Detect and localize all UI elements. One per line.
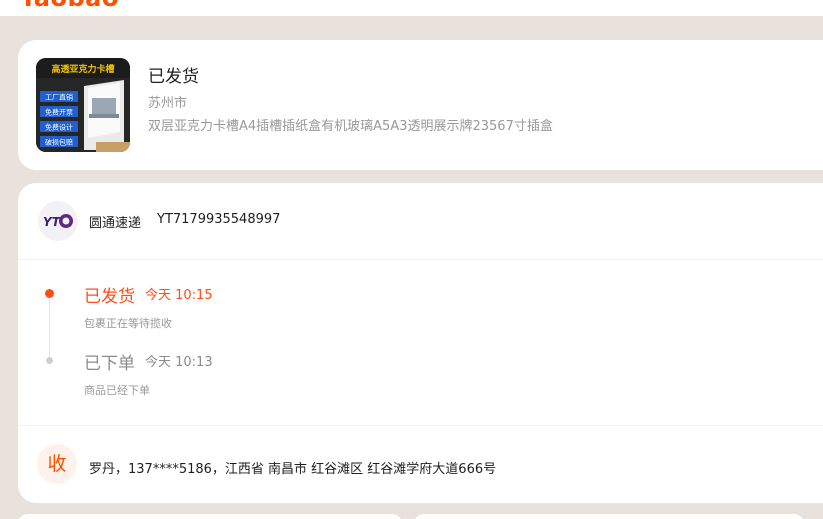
ship-from-city: 苏州市 (148, 96, 188, 111)
event-time: 今天 10:13 (145, 355, 213, 370)
timeline-line (49, 294, 50, 360)
thumb-tag-3: 免费设计 (45, 123, 73, 132)
yto-logo-icon: YT (38, 201, 78, 241)
top-bar: Taobao (0, 0, 823, 16)
courier-row[interactable]: YT 圆通速递 YT7179935548997 (18, 183, 823, 260)
event-description: 包裹正在等待揽收 (84, 317, 172, 330)
thumb-tag-2: 免费开票 (45, 108, 73, 117)
event-time: 今天 10:15 (145, 288, 213, 303)
courier-name: 圆通速递 (89, 216, 142, 231)
taobao-logo[interactable]: Taobao (20, 0, 119, 12)
product-card[interactable]: 高透亚克力卡槽 工厂直销 免费开票 免费设计 破损包赔 已发货 苏州市 双层亚克… (18, 40, 823, 170)
tracking-number[interactable]: YT7179935548997 (157, 212, 280, 227)
receive-icon: 收 (37, 444, 77, 484)
shipping-address: 罗丹，137****5186，江西省 南昌市 红谷滩区 红谷滩学府大道666号 (89, 462, 497, 477)
bottom-action-card[interactable] (18, 514, 402, 519)
dot-inactive-icon (46, 357, 53, 364)
svg-text:YT: YT (43, 215, 61, 229)
event-status: 已下单 (84, 354, 135, 374)
product-image: 高透亚克力卡槽 工厂直销 免费开票 免费设计 破损包赔 (36, 58, 130, 152)
bottom-action-card[interactable] (414, 514, 804, 519)
thumb-tag-1: 工厂直销 (45, 93, 73, 102)
event-description: 商品已经下单 (84, 384, 150, 397)
thumb-tag-4: 破损包赔 (45, 138, 73, 147)
dot-active-icon (45, 289, 54, 298)
order-status: 已发货 (148, 67, 199, 87)
product-thumbnail[interactable]: 高透亚克力卡槽 工厂直销 免费开票 免费设计 破损包赔 (36, 58, 130, 152)
logistics-card: YT 圆通速递 YT7179935548997 已发货 今天 10:15 包裹正… (18, 183, 823, 503)
event-status: 已发货 (84, 287, 135, 307)
address-row[interactable]: 收 罗丹，137****5186，江西省 南昌市 红谷滩区 红谷滩学府大道666… (18, 425, 823, 503)
product-title[interactable]: 双层亚克力卡槽A4插槽插纸盒有机玻璃A5A3透明展示牌23567寸插盒 (148, 115, 553, 134)
thumb-banner: 高透亚克力卡槽 (51, 63, 114, 75)
